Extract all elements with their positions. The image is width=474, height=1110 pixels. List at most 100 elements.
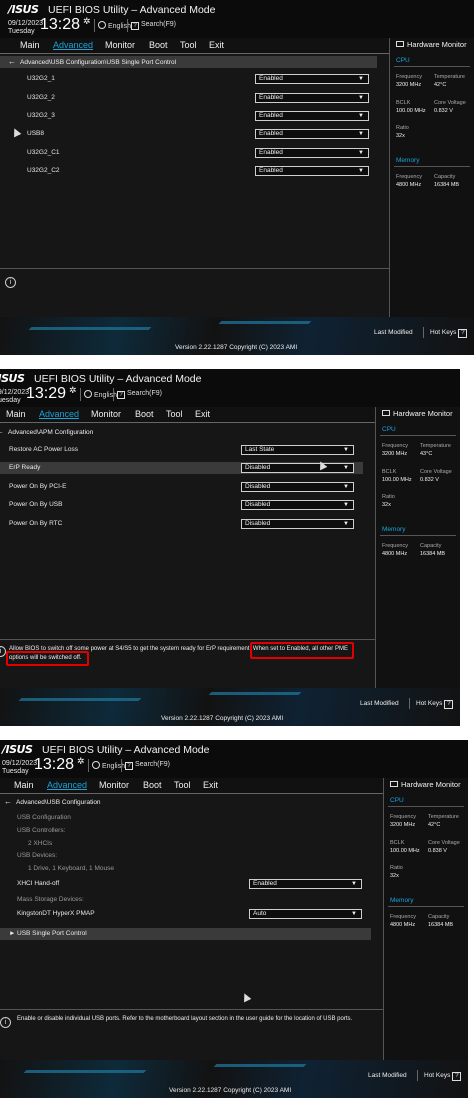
dropdown-u32g2-c2[interactable]: Enabled ▼ [255,166,369,176]
info-icon: i [0,1017,11,1028]
core-voltage-label: Core Voltage [428,840,460,846]
setting-label-erp-ready: ErP Ready [9,464,41,471]
dropdown-xhci-handoff[interactable]: Enabled ▼ [249,879,362,889]
dropdown-restore-ac[interactable]: Last State ▼ [241,445,354,455]
chevron-down-icon: ▼ [351,911,357,917]
bclk-value: 100.00 MHz [396,108,426,114]
version-text: Version 2.22.1287 Copyright (C) 2023 AMI [161,715,284,722]
search-button[interactable]: ? Search(F9) [125,761,170,770]
dropdown-u32g2-3[interactable]: Enabled ▼ [255,111,369,121]
breadcrumb[interactable]: ← Advanced\APM Configuration [0,426,363,438]
breadcrumb[interactable]: ← Advanced\USB Configuration [0,796,371,808]
cpu-temperature-label: Temperature [420,443,451,449]
help-divider [0,1009,383,1010]
gear-icon[interactable]: ✲ [83,16,91,27]
chevron-down-icon: ▼ [343,465,349,471]
menu-monitor[interactable]: Monitor [91,409,121,419]
version-text: Version 2.22.1287 Copyright (C) 2023 AMI [175,344,298,351]
section-divider [394,166,470,167]
dropdown-kingston[interactable]: Auto ▼ [249,909,362,919]
bclk-value: 100.00 MHz [390,848,420,854]
mouse-cursor-icon [240,991,252,1003]
menu-advanced[interactable]: Advanced [39,409,79,419]
cpu-heading: CPU [390,797,404,804]
gear-icon[interactable]: ✲ [77,756,85,767]
setting-label-u32g2-c2: U32G2_C2 [27,167,60,174]
last-modified-button[interactable]: Last Modified [368,1072,407,1079]
section-divider [394,66,470,67]
menu-exit[interactable]: Exit [209,40,224,50]
breadcrumb[interactable]: ← Advanced\USB Configuration\USB Single P… [0,56,377,68]
search-button[interactable]: ? Search(F9) [131,21,176,30]
window-title: UEFI BIOS Utility – Advanced Mode [34,373,202,385]
cpu-frequency-label: Frequency [390,814,416,820]
dropdown-usb8[interactable]: Enabled ▼ [255,129,369,139]
window-title: UEFI BIOS Utility – Advanced Mode [48,4,216,16]
core-voltage-label: Core Voltage [434,100,466,106]
back-arrow-icon[interactable]: ← [4,796,12,808]
dropdown-u32g2-c1[interactable]: Enabled ▼ [255,148,369,158]
menu-boot[interactable]: Boot [135,409,154,419]
memory-capacity-value: 16384 MB [434,182,460,188]
last-modified-button[interactable]: Last Modified [374,329,413,336]
setting-label-u32g2-1: U32G2_1 [27,75,55,82]
help-text: Enable or disable individual USB ports. … [17,1016,353,1022]
bottom-bar: Last Modified Hot Keys? Version 2.22.128… [0,688,460,726]
question-icon: ? [125,762,133,770]
dropdown-erp-ready[interactable]: Disabled ▼ [241,463,354,473]
ratio-value: 32x [396,133,405,139]
menu-monitor[interactable]: Monitor [99,780,129,790]
gear-icon[interactable]: ✲ [69,385,77,396]
dropdown-power-on-usb[interactable]: Disabled ▼ [241,500,354,510]
menu-exit[interactable]: Exit [195,409,210,419]
menu-monitor[interactable]: Monitor [105,40,135,50]
menu-tool[interactable]: Tool [166,409,183,419]
memory-frequency-label: Frequency [382,543,408,549]
search-button[interactable]: ? Search(F9) [117,390,162,399]
hot-keys-button[interactable]: Hot Keys? [430,329,468,338]
back-arrow-icon[interactable]: ← [8,56,16,68]
dropdown-power-on-pcie[interactable]: Disabled ▼ [241,482,354,492]
memory-capacity-value: 16384 MB [428,922,454,928]
setting-label-usb8: USB8 [27,130,44,137]
menu-boot[interactable]: Boot [143,780,162,790]
menu-tool[interactable]: Tool [180,40,197,50]
memory-capacity-label: Capacity [420,543,442,549]
setting-label-u32g2-3: U32G2_3 [27,112,55,119]
menu-boot[interactable]: Boot [149,40,168,50]
last-modified-button[interactable]: Last Modified [360,700,399,707]
dropdown-u32g2-1[interactable]: Enabled ▼ [255,74,369,84]
divider [94,19,95,32]
cpu-frequency-value: 3200 MHz [382,451,408,457]
memory-frequency-value: 4800 MHz [382,551,408,557]
menu-advanced[interactable]: Advanced [47,780,87,790]
dropdown-power-on-rtc[interactable]: Disabled ▼ [241,519,354,529]
menu-main[interactable]: Main [6,409,26,419]
decorative-stripe [213,1064,307,1067]
memory-frequency-label: Frequency [390,914,416,920]
question-icon: ? [131,22,139,30]
menu-advanced[interactable]: Advanced [53,40,93,50]
ratio-value: 32x [382,502,391,508]
help-divider [0,639,375,640]
menu-main[interactable]: Main [20,40,40,50]
dropdown-u32g2-2[interactable]: Enabled ▼ [255,93,369,103]
memory-capacity-label: Capacity [434,174,456,180]
submenu-usb-single-port-control[interactable]: ► USB Single Port Control [0,928,371,940]
setting-label-power-on-rtc: Power On By RTC [9,520,63,527]
asus-logo: /ISUS [0,372,25,385]
menu-exit[interactable]: Exit [203,780,218,790]
chevron-down-icon: ▼ [343,447,349,453]
usb-configuration-heading: USB Configuration [17,814,71,821]
menu-main[interactable]: Main [14,780,34,790]
memory-heading: Memory [382,526,406,533]
core-voltage-value: 0.832 V [420,477,439,483]
date-display: 09/12/2023Tuesday [2,760,38,775]
hot-keys-button[interactable]: Hot Keys? [424,1072,462,1081]
hot-keys-button[interactable]: Hot Keys? [416,700,454,709]
cpu-temperature-label: Temperature [434,74,465,80]
menu-tool[interactable]: Tool [174,780,191,790]
back-arrow-icon[interactable]: ← [0,426,4,438]
ratio-label: Ratio [390,865,403,871]
date-display: 09/12/2023Tuesday [8,20,44,35]
